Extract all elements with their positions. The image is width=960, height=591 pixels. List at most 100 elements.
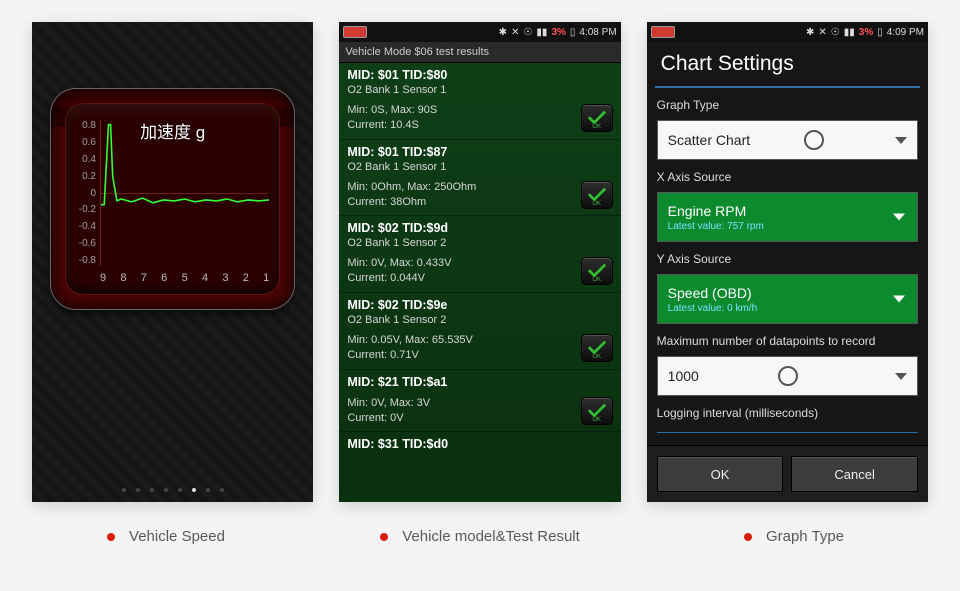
signal-icon: ▮▮ bbox=[844, 27, 855, 38]
battery-percent: 3% bbox=[551, 27, 565, 38]
chevron-down-icon bbox=[893, 214, 905, 221]
ok-check-button[interactable]: OK bbox=[581, 181, 613, 209]
obd-icon bbox=[651, 26, 675, 38]
latest-value: Latest value: 0 km/h bbox=[668, 303, 758, 314]
ok-check-button[interactable]: OK bbox=[581, 257, 613, 285]
mid-tid: MID: $02 TID:$9e bbox=[347, 298, 612, 312]
clock-text: 4:09 PM bbox=[887, 27, 924, 38]
mid-tid: MID: $02 TID:$9d bbox=[347, 221, 612, 235]
alarm-icon: ☉ bbox=[523, 27, 532, 38]
chart-y-axis: 0.80.60.40.20-0.2-0.4-0.6-0.8 bbox=[72, 120, 96, 266]
label-interval: Logging interval (milliseconds) bbox=[657, 406, 918, 420]
current-value: Current: 0.71V bbox=[347, 348, 473, 363]
sensor-name: O2 Bank 1 Sensor 1 bbox=[347, 84, 612, 96]
current-value: Current: 0V bbox=[347, 411, 430, 426]
dialog-button-row: OK Cancel bbox=[647, 445, 928, 502]
clock-text: 4:08 PM bbox=[579, 27, 616, 38]
obd-icon bbox=[343, 26, 367, 38]
battery-percent: 3% bbox=[859, 27, 873, 38]
result-detail: Min: 0.05V, Max: 65.535VCurrent: 0.71V OK bbox=[339, 329, 620, 370]
spinner-value: Scatter Chart bbox=[668, 132, 750, 148]
label-y-source: Y Axis Source bbox=[657, 252, 918, 266]
separator bbox=[657, 432, 918, 433]
ok-check-button[interactable]: OK bbox=[581, 104, 613, 132]
mute-icon: ✕ bbox=[818, 27, 826, 38]
spinner-graph-type[interactable]: Scatter Chart bbox=[657, 120, 918, 160]
mid-tid: MID: $21 TID:$a1 bbox=[347, 375, 612, 389]
caption-2: Vehicle model&Test Result bbox=[336, 528, 624, 545]
result-detail: Min: 0S, Max: 90SCurrent: 10.4S OK bbox=[339, 99, 620, 140]
screen-title: Vehicle Mode $06 test results bbox=[339, 42, 620, 63]
result-detail: Min: 0V, Max: 0.433VCurrent: 0.044V OK bbox=[339, 252, 620, 293]
signal-icon: ▮▮ bbox=[536, 27, 547, 38]
chart-x-axis: 987654321 bbox=[100, 272, 269, 286]
latest-value: Latest value: 757 rpm bbox=[668, 221, 764, 232]
chart-card: 加速度 g 0.80.60.40.20-0.2-0.4-0.6-0.8 9876… bbox=[50, 88, 295, 310]
status-bar: ✱ ✕ ☉ ▮▮ 3% ▯ 4:08 PM bbox=[339, 22, 620, 42]
bullet-icon bbox=[744, 533, 752, 541]
caption-1: Vehicle Speed bbox=[22, 528, 310, 545]
sensor-name: O2 Bank 1 Sensor 1 bbox=[347, 161, 612, 173]
alarm-icon: ☉ bbox=[831, 27, 840, 38]
bullet-icon bbox=[380, 533, 388, 541]
chart-line bbox=[100, 120, 269, 289]
caption-3: Graph Type bbox=[650, 528, 938, 545]
chart-grid bbox=[100, 120, 269, 266]
gauge-screen: 加速度 g 0.80.60.40.20-0.2-0.4-0.6-0.8 9876… bbox=[32, 22, 313, 502]
battery-icon: ▯ bbox=[877, 27, 883, 38]
bluetooth-icon: ✱ bbox=[499, 27, 507, 38]
bluetooth-icon: ✱ bbox=[806, 27, 814, 38]
spinner-value: Engine RPM bbox=[668, 203, 747, 219]
current-value: Current: 10.4S bbox=[347, 118, 437, 133]
result-header: MID: $01 TID:$87 O2 Bank 1 Sensor 1 bbox=[339, 140, 620, 176]
min-max: Min: 0V, Max: 3V bbox=[347, 396, 430, 411]
chevron-down-icon bbox=[895, 137, 907, 144]
battery-icon: ▯ bbox=[570, 27, 576, 38]
phone-test-results: ✱ ✕ ☉ ▮▮ 3% ▯ 4:08 PM Vehicle Mode $06 t… bbox=[339, 22, 620, 502]
page-indicator bbox=[32, 488, 313, 492]
spinner-x-source[interactable]: Engine RPM Latest value: 757 rpm bbox=[657, 192, 918, 242]
ok-button[interactable]: OK bbox=[657, 456, 784, 492]
min-max: Min: 0Ohm, Max: 250Ohm bbox=[347, 180, 476, 195]
ok-check-button[interactable]: OK bbox=[581, 397, 613, 425]
phone-chart-settings: ✱ ✕ ☉ ▮▮ 3% ▯ 4:09 PM Chart Settings Gra… bbox=[647, 22, 928, 502]
mute-icon: ✕ bbox=[511, 27, 519, 38]
spinner-value: Speed (OBD) bbox=[668, 285, 752, 301]
spinner-value: 1000 bbox=[668, 368, 699, 384]
result-header: MID: $02 TID:$9e O2 Bank 1 Sensor 2 bbox=[339, 293, 620, 329]
mid-tid: MID: $01 TID:$80 bbox=[347, 68, 612, 82]
min-max: Min: 0V, Max: 0.433V bbox=[347, 256, 451, 271]
result-header: MID: $01 TID:$80 O2 Bank 1 Sensor 1 bbox=[339, 63, 620, 99]
sensor-name: O2 Bank 1 Sensor 2 bbox=[347, 237, 612, 249]
chevron-down-icon bbox=[893, 296, 905, 303]
spinner-max-points[interactable]: 1000 bbox=[657, 356, 918, 396]
min-max: Min: 0S, Max: 90S bbox=[347, 103, 437, 118]
chevron-down-icon bbox=[895, 373, 907, 380]
result-header: MID: $31 TID:$d0 bbox=[339, 432, 620, 454]
result-header: MID: $02 TID:$9d O2 Bank 1 Sensor 2 bbox=[339, 216, 620, 252]
current-value: Current: 38Ohm bbox=[347, 195, 476, 210]
bullet-icon bbox=[107, 533, 115, 541]
label-max-points: Maximum number of datapoints to record bbox=[657, 334, 918, 348]
cancel-button[interactable]: Cancel bbox=[791, 456, 918, 492]
label-x-source: X Axis Source bbox=[657, 170, 918, 184]
spinner-y-source[interactable]: Speed (OBD) Latest value: 0 km/h bbox=[657, 274, 918, 324]
result-header: MID: $21 TID:$a1 bbox=[339, 370, 620, 392]
sensor-name: O2 Bank 1 Sensor 2 bbox=[347, 314, 612, 326]
caption-text: Vehicle Speed bbox=[129, 528, 225, 545]
phone-vehicle-speed: 加速度 g 0.80.60.40.20-0.2-0.4-0.6-0.8 9876… bbox=[32, 22, 313, 502]
result-detail: Min: 0V, Max: 3VCurrent: 0V OK bbox=[339, 392, 620, 433]
current-value: Current: 0.044V bbox=[347, 271, 451, 286]
min-max: Min: 0.05V, Max: 65.535V bbox=[347, 333, 473, 348]
result-detail: Min: 0Ohm, Max: 250OhmCurrent: 38Ohm OK bbox=[339, 176, 620, 217]
mid-tid: MID: $01 TID:$87 bbox=[347, 145, 612, 159]
title-separator bbox=[655, 86, 920, 88]
caption-text: Vehicle model&Test Result bbox=[402, 528, 580, 545]
dialog-title: Chart Settings bbox=[647, 42, 928, 86]
ok-check-button[interactable]: OK bbox=[581, 334, 613, 362]
results-list[interactable]: MID: $01 TID:$80 O2 Bank 1 Sensor 1 Min: 0… bbox=[339, 63, 620, 502]
caption-text: Graph Type bbox=[766, 528, 844, 545]
radio-icon bbox=[778, 366, 798, 386]
mid-tid: MID: $31 TID:$d0 bbox=[347, 437, 612, 451]
label-graph-type: Graph Type bbox=[657, 98, 918, 112]
